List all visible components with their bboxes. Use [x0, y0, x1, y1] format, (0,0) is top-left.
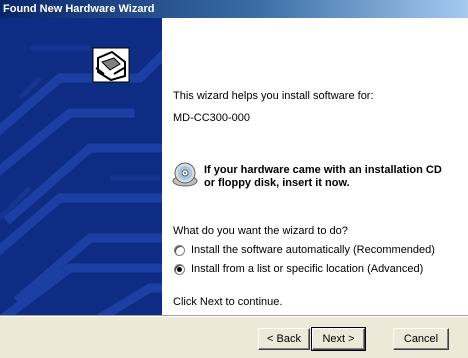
option-list-install-label: Install from a list or specific location… [191, 263, 424, 275]
intro-text: This wizard helps you install software f… [173, 90, 374, 102]
title-bar[interactable]: Found New Hardware Wizard [0, 0, 468, 18]
question-text: What do you want the wizard to do? [173, 225, 348, 237]
wizard-banner [0, 18, 162, 315]
cd-disc-icon [172, 162, 198, 187]
option-auto-install[interactable]: Install the software automatically (Reco… [174, 244, 435, 256]
continue-text: Click Next to continue. [173, 296, 283, 308]
option-list-install[interactable]: Install from a list or specific location… [174, 263, 423, 275]
back-button[interactable]: < Back [258, 328, 310, 350]
window-title: Found New Hardware Wizard [3, 3, 155, 15]
device-name: MD-CC300-000 [173, 112, 251, 124]
wizard-content: This wizard helps you install software f… [162, 18, 468, 315]
radio-auto-install[interactable] [174, 244, 185, 256]
button-bar: < Back Next > Cancel [0, 315, 468, 358]
cancel-button[interactable]: Cancel [393, 328, 449, 350]
radio-list-install[interactable] [174, 263, 185, 275]
next-button[interactable]: Next > [311, 327, 366, 351]
circuit-board-graphic [0, 45, 162, 315]
cd-prompt-line1: If your hardware came with an installati… [204, 164, 442, 176]
hardware-card-icon [92, 47, 130, 83]
cd-prompt-line2: or floppy disk, insert it now. [204, 177, 350, 189]
option-auto-install-label: Install the software automatically (Reco… [191, 244, 435, 256]
